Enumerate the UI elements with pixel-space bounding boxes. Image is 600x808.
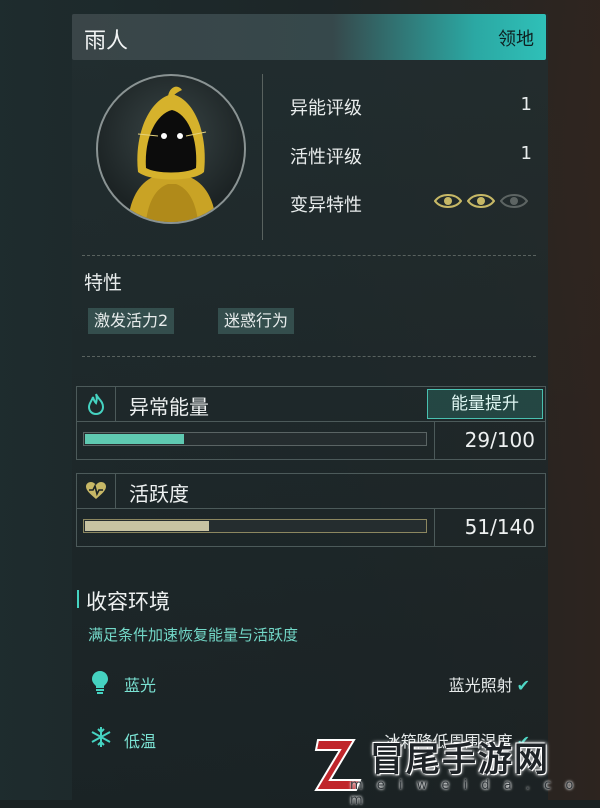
lightbulb-icon bbox=[90, 670, 110, 698]
rainman-portrait bbox=[98, 76, 244, 222]
traits-title: 特性 bbox=[84, 268, 122, 295]
vitality-value: 51/140 bbox=[465, 515, 535, 539]
vitality-progress-fill bbox=[85, 521, 209, 531]
condition-label: 低温 bbox=[124, 728, 156, 752]
mutation-eyes bbox=[434, 192, 528, 212]
panel-header: 雨人 领地 bbox=[72, 14, 546, 60]
flame-icon bbox=[77, 387, 116, 421]
check-icon: ✔ bbox=[517, 676, 530, 695]
ability-rating-label: 异能评级 bbox=[290, 94, 362, 120]
snowflake-icon bbox=[90, 726, 112, 752]
activity-rating-value: 1 bbox=[521, 143, 532, 164]
vitality-panel: 活跃度 51/140 bbox=[76, 473, 546, 547]
eye-icon bbox=[467, 192, 495, 212]
character-name: 雨人 bbox=[84, 23, 128, 55]
condition-status: 蓝光照射✔ bbox=[449, 672, 530, 696]
condition-label: 蓝光 bbox=[124, 672, 156, 696]
condition-status-text: 蓝光照射 bbox=[449, 676, 513, 695]
energy-panel: 异常能量 能量提升 29/100 bbox=[76, 386, 546, 460]
energy-value-cell: 29/100 bbox=[434, 421, 545, 459]
ability-rating-value: 1 bbox=[521, 94, 532, 115]
mutation-trait-label: 变异特性 bbox=[290, 191, 362, 217]
divider bbox=[82, 255, 536, 256]
energy-value: 29/100 bbox=[465, 428, 535, 452]
eye-icon bbox=[434, 192, 462, 212]
vitality-header: 活跃度 bbox=[77, 474, 545, 509]
vitality-value-cell: 51/140 bbox=[434, 508, 545, 546]
divider bbox=[82, 356, 536, 357]
activity-rating-label: 活性评级 bbox=[290, 143, 362, 169]
stats-divider bbox=[262, 74, 263, 240]
eye-inactive-icon bbox=[500, 192, 528, 212]
energy-header: 异常能量 能量提升 bbox=[77, 387, 545, 422]
character-avatar[interactable] bbox=[96, 74, 246, 224]
environment-description: 满足条件加速恢复能量与活跃度 bbox=[88, 624, 298, 645]
watermark-url: m e i w e i d a . c o m bbox=[350, 778, 600, 808]
territory-badge[interactable]: 领地 bbox=[498, 25, 534, 51]
energy-progress-fill bbox=[85, 434, 184, 444]
energy-progress-track bbox=[83, 432, 427, 446]
vitality-progress-track bbox=[83, 519, 427, 533]
vitality-title: 活跃度 bbox=[129, 478, 189, 507]
energy-boost-button[interactable]: 能量提升 bbox=[427, 389, 543, 419]
site-watermark: 冒尾手游网 m e i w e i d a . c o m bbox=[310, 728, 600, 800]
environment-title: 收容环境 bbox=[86, 586, 170, 616]
watermark-text: 冒尾手游网 bbox=[370, 732, 550, 781]
trait-tag[interactable]: 激发活力2 bbox=[88, 308, 174, 334]
energy-title: 异常能量 bbox=[129, 391, 209, 420]
trait-tag[interactable]: 迷惑行为 bbox=[218, 308, 294, 334]
heart-pulse-icon bbox=[77, 474, 116, 508]
section-marker bbox=[77, 590, 79, 608]
